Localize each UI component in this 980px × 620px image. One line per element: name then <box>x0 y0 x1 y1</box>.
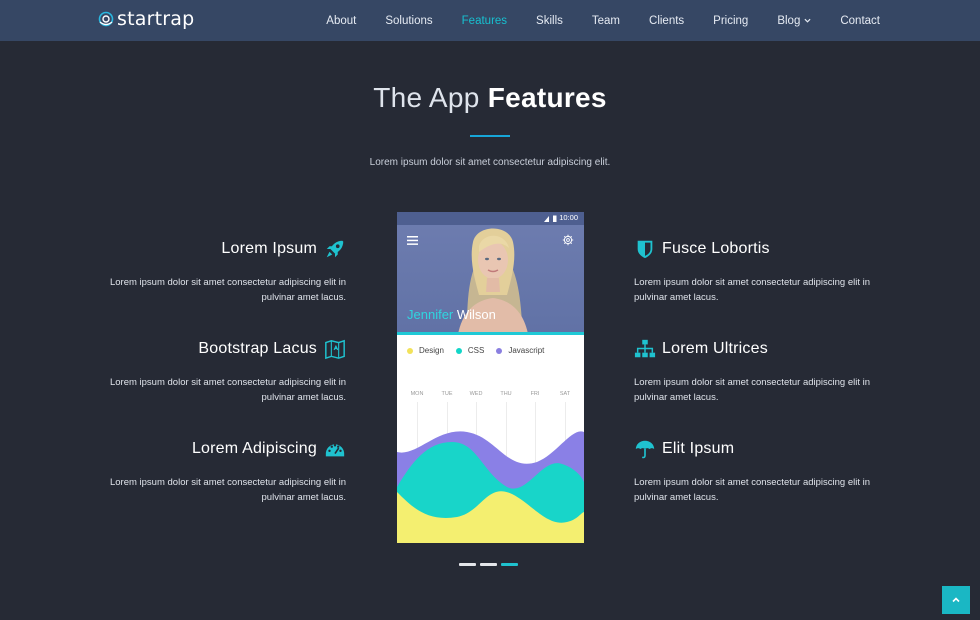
day-label: TUE <box>441 391 453 397</box>
navbar: startrap About Solutions Features Skills… <box>0 0 980 41</box>
nav-solutions[interactable]: Solutions <box>385 15 432 27</box>
main-nav: About Solutions Features Skills Team Cli… <box>297 0 880 41</box>
nav-blog-label: Blog <box>777 14 801 27</box>
nav-contact-label: Contact <box>840 14 880 27</box>
nav-contact[interactable]: Contact <box>840 15 880 27</box>
nav-blog[interactable]: Blog <box>777 15 811 27</box>
back-to-top-button[interactable] <box>942 586 970 614</box>
nav-about-label: About <box>326 14 357 27</box>
legend-item-javascript: Javascript <box>496 346 544 355</box>
feature-description: Lorem ipsum dolor sit amet consectetur a… <box>634 477 871 503</box>
legend-dot <box>496 347 503 354</box>
feature-description: Lorem ipsum dolor sit amet consectetur a… <box>634 377 871 403</box>
chart-legend: Design CSS Javascript <box>407 346 556 355</box>
legend-dot <box>455 347 462 354</box>
feature-title: Lorem Adipiscing <box>191 440 317 457</box>
map-icon <box>325 339 345 360</box>
dashboard-icon <box>325 444 345 457</box>
profile-header: 10:00 Jennifer Wilson <box>397 212 584 332</box>
carousel-dot-2[interactable] <box>480 563 497 566</box>
day-label: WED <box>469 391 483 397</box>
legend-item-design: Design <box>407 346 444 355</box>
chevron-up-icon <box>952 597 960 603</box>
nav-features-label: Features <box>461 14 508 27</box>
feature-title: Lorem Ipsum <box>221 240 317 257</box>
section-subtitle: Lorem ipsum dolor sit amet consectetur a… <box>369 157 611 168</box>
brand-name: startrap <box>117 8 195 30</box>
wave-area-chart <box>397 431 584 543</box>
carousel-indicators <box>459 563 522 566</box>
section-title-light: The App <box>373 82 480 113</box>
logo-icon <box>98 11 114 27</box>
feature-description: Lorem ipsum dolor sit amet consectetur a… <box>109 477 346 503</box>
carousel-dot-3[interactable] <box>501 563 518 566</box>
day-label: THU <box>500 391 512 397</box>
phone-mockup: 10:00 Jennifer Wilson Design CSS Javascr… <box>397 212 584 543</box>
section-title-bold: Features <box>487 82 607 113</box>
title-divider <box>470 135 510 137</box>
nav-skills[interactable]: Skills <box>536 15 563 27</box>
nav-clients-label: Clients <box>649 14 685 27</box>
day-label: SAT <box>559 391 571 397</box>
legend-dot <box>407 347 413 354</box>
gear-icon[interactable] <box>562 234 574 246</box>
nav-features[interactable]: Features <box>462 15 507 27</box>
nav-pricing-label: Pricing <box>713 14 749 27</box>
feature-bootstrap-lacus: Bootstrap Lacus Lorem ipsum dolor sit am… <box>101 337 346 405</box>
feature-title: Lorem Ultrices <box>662 340 768 357</box>
profile-name: Jennifer Wilson <box>407 307 496 322</box>
feature-description: Lorem ipsum dolor sit amet consectetur a… <box>109 377 346 403</box>
feature-title: Elit Ipsum <box>662 440 735 457</box>
nav-team[interactable]: Team <box>592 15 620 27</box>
rocket-icon <box>326 240 344 258</box>
status-time: 10:00 <box>559 213 578 222</box>
nav-team-label: Team <box>591 14 621 27</box>
feature-lorem-ultrices: Lorem Ultrices Lorem ipsum dolor sit ame… <box>634 337 879 405</box>
feature-lorem-ipsum: Lorem Ipsum Lorem ipsum dolor sit amet c… <box>101 237 346 305</box>
sitemap-icon <box>634 339 656 358</box>
nav-skills-label: Skills <box>536 14 563 27</box>
profile-last-name: Wilson <box>456 307 496 322</box>
legend-item-css: CSS <box>455 346 485 355</box>
signal-battery-icon <box>544 215 557 222</box>
nav-solutions-label: Solutions <box>385 14 433 27</box>
feature-elit-ipsum: Elit Ipsum Lorem ipsum dolor sit amet co… <box>634 437 879 505</box>
nav-clients[interactable]: Clients <box>649 15 684 27</box>
legend-label: CSS <box>467 346 485 355</box>
feature-title: Fusce Lobortis <box>662 240 770 257</box>
status-bar: 10:00 <box>397 212 584 225</box>
brand-logo[interactable]: startrap <box>98 8 194 30</box>
umbrella-icon <box>635 440 655 459</box>
feature-lorem-adipiscing: Lorem Adipiscing Lorem ipsum dolor sit a… <box>101 437 346 505</box>
shield-icon <box>637 240 653 259</box>
feature-fusce-lobortis: Fusce Lobortis Lorem ipsum dolor sit ame… <box>634 237 879 305</box>
feature-description: Lorem ipsum dolor sit amet consectetur a… <box>109 277 346 303</box>
legend-label: Design <box>419 346 444 355</box>
nav-pricing[interactable]: Pricing <box>713 15 748 27</box>
accent-strip <box>397 332 584 335</box>
section-title: The App Features <box>0 82 980 114</box>
chart-day-labels: MON TUE WED THU FRI SAT <box>397 391 584 401</box>
nav-about[interactable]: About <box>326 15 356 27</box>
carousel-dot-1[interactable] <box>459 563 476 566</box>
legend-label: Javascript <box>508 346 545 355</box>
profile-first-name: Jennifer <box>407 307 454 322</box>
day-label: FRI <box>530 391 540 397</box>
feature-title: Bootstrap Lacus <box>198 340 317 357</box>
menu-icon[interactable] <box>407 236 418 245</box>
day-label: MON <box>410 391 424 397</box>
feature-description: Lorem ipsum dolor sit amet consectetur a… <box>634 277 871 303</box>
chevron-down-icon <box>804 18 811 23</box>
